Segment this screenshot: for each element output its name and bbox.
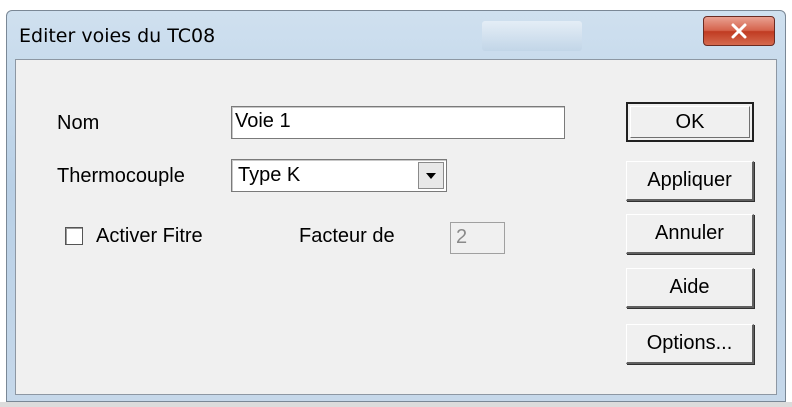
dropdown-arrow-button[interactable] xyxy=(418,162,444,189)
background-window-strip xyxy=(0,0,792,10)
close-button[interactable] xyxy=(703,16,775,46)
thermocouple-selected-value: Type K xyxy=(238,164,301,186)
background-glass-reflection xyxy=(482,21,582,51)
thermocouple-select[interactable]: Type K xyxy=(231,159,447,192)
dialog-content: Nom Voie 1 Thermocouple Type K Activer F… xyxy=(15,59,777,395)
factor-label: Facteur de xyxy=(299,225,395,247)
factor-input: 2 xyxy=(450,222,505,254)
name-input[interactable]: Voie 1 xyxy=(231,106,565,139)
apply-button[interactable]: Appliquer xyxy=(626,161,754,201)
filter-checkbox-label[interactable]: Activer Fitre xyxy=(96,225,203,248)
dialog-window: Editer voies du TC08 Nom Voie 1 Thermoco… xyxy=(6,10,786,402)
window-title: Editer voies du TC08 xyxy=(19,25,216,47)
thermocouple-label: Thermocouple xyxy=(57,165,185,187)
ok-button[interactable]: OK xyxy=(626,102,754,142)
filter-checkbox[interactable] xyxy=(65,227,83,245)
name-label: Nom xyxy=(57,112,100,134)
close-icon xyxy=(731,23,747,39)
background-window-bottom xyxy=(0,402,792,407)
cancel-button[interactable]: Annuler xyxy=(626,214,754,254)
options-button[interactable]: Options... xyxy=(626,324,754,364)
chevron-down-icon xyxy=(426,172,436,179)
title-bar[interactable]: Editer voies du TC08 xyxy=(7,11,785,59)
help-button[interactable]: Aide xyxy=(626,268,754,308)
